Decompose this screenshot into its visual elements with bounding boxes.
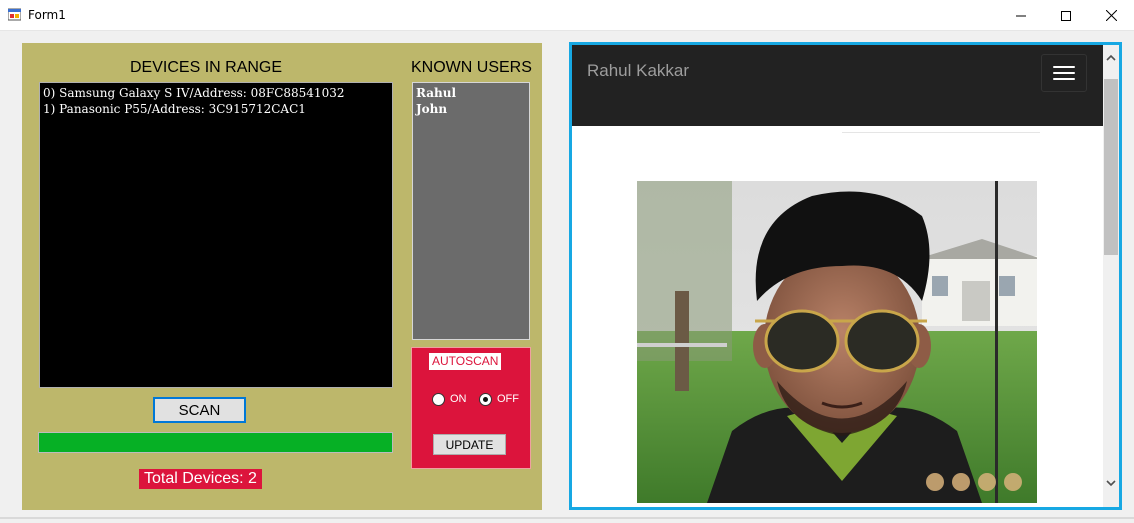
scrollbar-thumb[interactable] xyxy=(1104,79,1118,255)
list-item[interactable]: 1) Panasonic P55/Address: 3C915712CAC1 xyxy=(43,101,389,117)
scan-progress-bar xyxy=(38,432,393,453)
window-title: Form1 xyxy=(28,8,66,22)
close-button[interactable] xyxy=(1088,0,1134,31)
form-client-area: DEVICES IN RANGE KNOWN USERS 0) Samsung … xyxy=(0,31,1134,523)
autoscan-off-label[interactable]: OFF xyxy=(497,393,519,406)
known-users-listbox[interactable]: Rahul John xyxy=(412,82,530,340)
autoscan-on-label[interactable]: ON xyxy=(450,393,467,406)
vertical-scrollbar[interactable] xyxy=(1103,45,1119,507)
autoscan-on-radio[interactable] xyxy=(432,393,445,406)
autoscan-label: AUTOSCAN xyxy=(429,353,502,370)
content-divider xyxy=(842,132,1040,133)
scan-button[interactable]: SCAN xyxy=(153,397,246,423)
update-button[interactable]: UPDATE xyxy=(433,434,506,455)
close-icon xyxy=(1105,10,1117,21)
hamburger-menu-icon[interactable] xyxy=(1041,54,1087,92)
known-users-label: KNOWN USERS xyxy=(411,59,532,76)
list-item[interactable]: 0) Samsung Galaxy S IV/Address: 08FC8854… xyxy=(43,85,389,101)
list-item[interactable]: Rahul xyxy=(416,85,526,101)
total-devices-label: Total Devices: 2 xyxy=(139,469,262,489)
minimize-button[interactable] xyxy=(998,0,1044,31)
profile-photo xyxy=(637,181,1037,503)
form-app-icon xyxy=(8,8,21,21)
minimize-icon xyxy=(1016,15,1026,16)
progress-fill xyxy=(39,433,392,452)
scroll-down-button[interactable] xyxy=(1103,475,1119,492)
chevron-down-icon xyxy=(1106,480,1116,487)
scroll-up-button[interactable] xyxy=(1103,49,1119,66)
site-navbar: Rahul Kakkar xyxy=(572,45,1103,126)
site-brand[interactable]: Rahul Kakkar xyxy=(587,61,689,81)
profile-web-view[interactable]: Rahul Kakkar xyxy=(569,42,1122,510)
chevron-up-icon xyxy=(1106,54,1116,61)
window-titlebar: Form1 xyxy=(0,0,1134,31)
list-item[interactable]: John xyxy=(416,101,526,117)
maximize-button[interactable] xyxy=(1043,0,1089,31)
maximize-icon xyxy=(1061,10,1071,21)
window-bottom-border xyxy=(0,517,1134,519)
devices-listbox[interactable]: 0) Samsung Galaxy S IV/Address: 08FC8854… xyxy=(39,82,393,388)
devices-in-range-label: DEVICES IN RANGE xyxy=(130,59,283,76)
autoscan-off-radio[interactable] xyxy=(479,393,492,406)
